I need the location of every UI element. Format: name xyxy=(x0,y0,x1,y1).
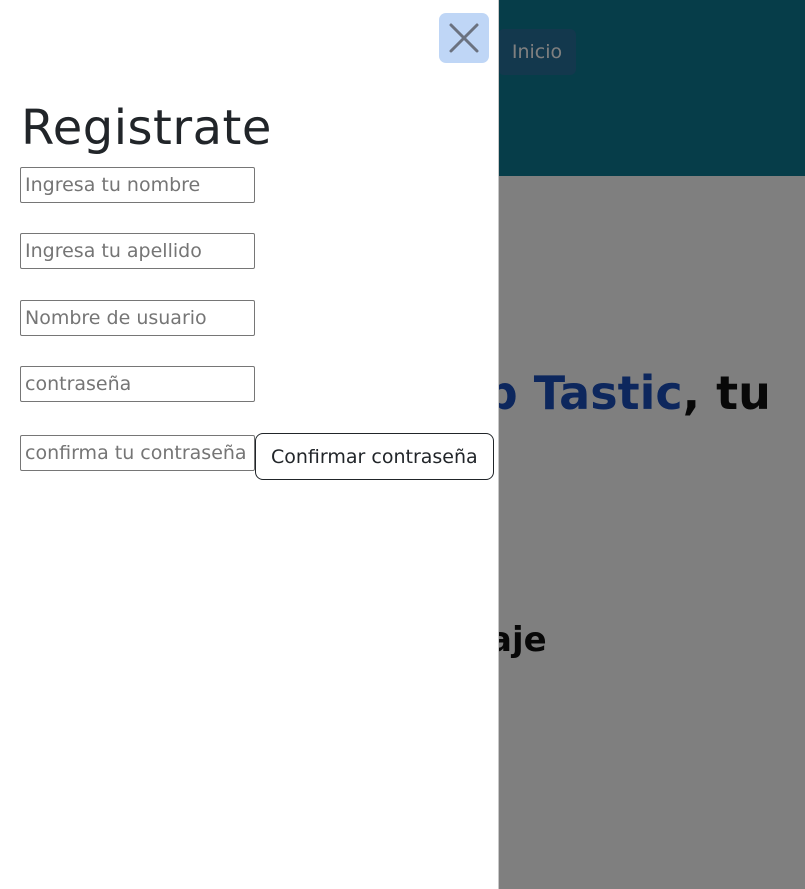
panel-title: Registrate xyxy=(21,100,272,156)
page: Inicio Trip Tastic, tu o viaje Registrat… xyxy=(0,0,805,889)
close-icon xyxy=(449,23,479,53)
username-input[interactable] xyxy=(20,300,255,336)
first-name-input[interactable] xyxy=(20,167,255,203)
close-button[interactable] xyxy=(439,13,489,63)
confirm-password-input[interactable] xyxy=(20,435,255,471)
confirm-password-button[interactable]: Confirmar contraseña xyxy=(255,433,494,480)
last-name-input[interactable] xyxy=(20,233,255,269)
register-panel: Registrate Confirmar contraseña xyxy=(0,0,499,889)
password-input[interactable] xyxy=(20,366,255,402)
